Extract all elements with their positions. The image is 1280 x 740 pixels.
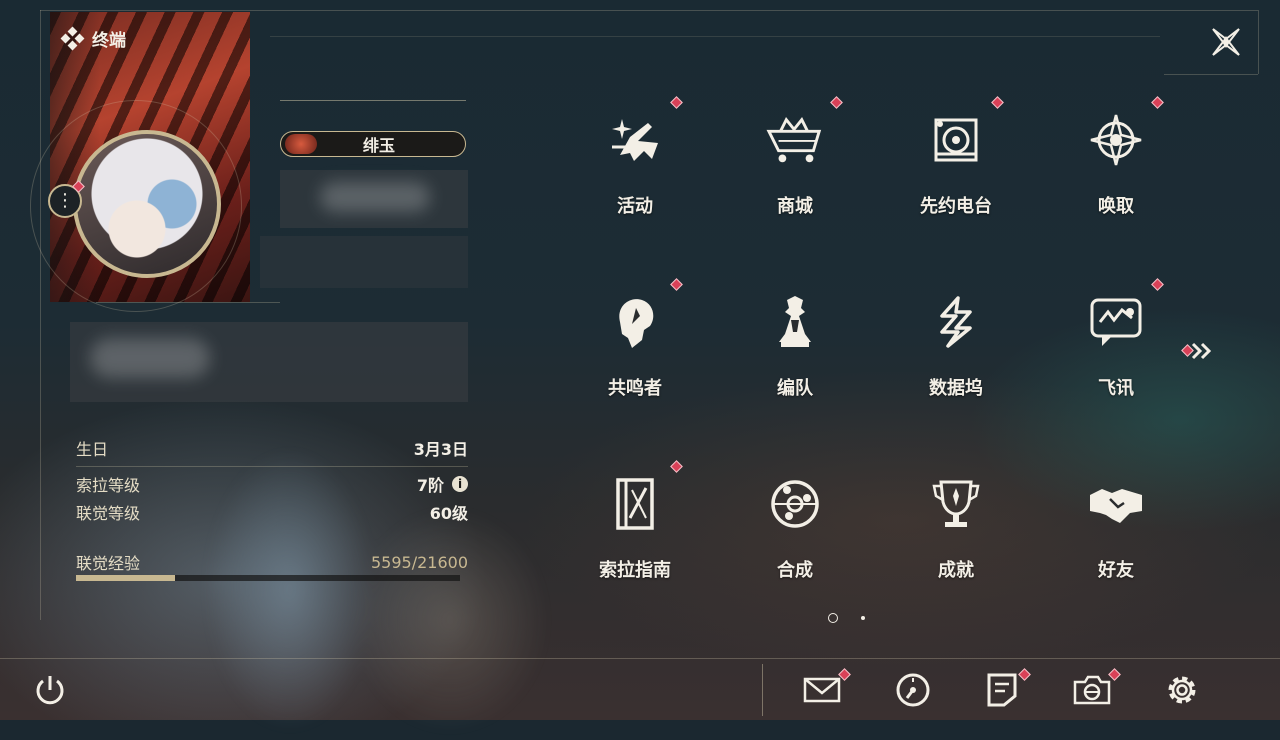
union-level-label: 联觉等级: [76, 504, 141, 523]
menu-item-10[interactable]: 合成: [740, 454, 850, 594]
redacted-bio-block: [70, 322, 468, 402]
menu-item-1[interactable]: 活动: [580, 90, 690, 230]
synthesis-icon: [765, 474, 825, 534]
menu-item-label: 活动: [617, 196, 653, 217]
menu-item-12[interactable]: 好友: [1061, 454, 1171, 594]
corner-frame-line: [1164, 74, 1258, 75]
power-button[interactable]: [28, 668, 72, 712]
sola-level-value: 7阶: [416, 476, 444, 495]
union-exp-value: 5595/21600: [370, 552, 468, 572]
compass-icon: [1086, 110, 1146, 170]
union-level-value: 60级: [429, 504, 468, 523]
corner-frame-vline: [1258, 10, 1259, 74]
name-plate-emblem: [285, 134, 317, 154]
menu-item-3[interactable]: 先约电台: [901, 90, 1011, 230]
info-divider: [76, 466, 468, 467]
more-dots-icon: ⋮: [56, 190, 74, 211]
info-icon[interactable]: i: [452, 476, 468, 492]
page-indicator[interactable]: [861, 616, 865, 620]
menu-item-label: 合成: [777, 560, 813, 581]
notice-icon: [986, 672, 1018, 708]
menu-item-label: 好友: [1098, 560, 1134, 581]
menu-item-11[interactable]: 成就: [901, 454, 1011, 594]
menu-item-label: 成就: [938, 560, 974, 581]
terminal-logo-icon: [60, 26, 85, 50]
data-dock-icon: [926, 292, 986, 352]
menu-item-label: 飞讯: [1098, 378, 1134, 399]
avatar[interactable]: [73, 130, 221, 278]
page-indicator-active[interactable]: [828, 613, 838, 623]
sola-level-label: 索拉等级: [76, 476, 141, 495]
menu-item-6[interactable]: 编队: [740, 272, 850, 412]
menu-item-2[interactable]: 商城: [740, 90, 850, 230]
clock-icon: [895, 672, 931, 708]
camera-icon: [1072, 674, 1112, 706]
radio-icon: [926, 110, 986, 170]
player-name: 绯玉: [362, 136, 395, 155]
left-frame-line: [40, 10, 41, 620]
union-level-row: 联觉等级 60级: [76, 501, 468, 523]
menu-item-7[interactable]: 数据坞: [901, 272, 1011, 412]
union-exp-progress-fill: [76, 575, 176, 581]
chat-bubble-icon: [1086, 292, 1146, 352]
union-exp-progress-bar: [76, 575, 460, 581]
union-exp-label: 联觉经验: [76, 554, 141, 573]
chess-piece-icon: [765, 292, 825, 352]
terminal-header: 终端: [60, 26, 126, 51]
handshake-icon: [1086, 474, 1146, 534]
menu-item-4[interactable]: 唤取: [1061, 90, 1171, 230]
redacted-signature-block: [260, 236, 468, 288]
menu-item-label: 先约电台: [920, 196, 992, 217]
birthday-row: 生日 3月3日: [76, 437, 468, 459]
guide-book-icon: [605, 474, 665, 534]
menu-item-label: 唤取: [1098, 196, 1134, 217]
bottom-bar-separator: [762, 664, 763, 716]
sola-level-row: 索拉等级 7阶 i: [76, 473, 468, 495]
birthday-value: 3月3日: [413, 440, 468, 459]
menu-item-label: 商城: [777, 196, 813, 217]
menu-item-8[interactable]: 飞讯: [1061, 272, 1171, 412]
name-plate: 绯玉: [280, 131, 466, 157]
close-button[interactable]: [1206, 22, 1246, 62]
birthday-label: 生日: [76, 440, 109, 459]
profile-divider: [96, 302, 280, 303]
inner-frame-line: [270, 36, 1160, 37]
mail-icon: [803, 675, 841, 705]
character-head-icon: [605, 292, 665, 352]
sparkle-icon: [605, 110, 665, 170]
menu-item-label: 数据坞: [929, 378, 983, 399]
shopping-cart-icon: [765, 110, 825, 170]
menu-item-5[interactable]: 共鸣者: [580, 272, 690, 412]
menu-item-9[interactable]: 索拉指南: [580, 454, 690, 594]
settings-gear-icon: [1163, 671, 1201, 709]
menu-item-label: 共鸣者: [608, 378, 662, 399]
page-title: 终端: [92, 31, 126, 51]
trophy-icon: [926, 474, 986, 534]
redacted-id-block: [280, 170, 468, 228]
power-icon: [36, 676, 64, 705]
menu-item-label: 索拉指南: [599, 560, 671, 581]
menu-item-label: 编队: [777, 378, 813, 399]
top-frame-line: [40, 10, 1258, 11]
union-exp-row: 联觉经验 5595/21600: [76, 551, 468, 574]
clock-button[interactable]: [891, 668, 935, 712]
close-icon: [1212, 28, 1240, 56]
name-divider: [280, 100, 466, 101]
settings-gear-button[interactable]: [1160, 668, 1204, 712]
